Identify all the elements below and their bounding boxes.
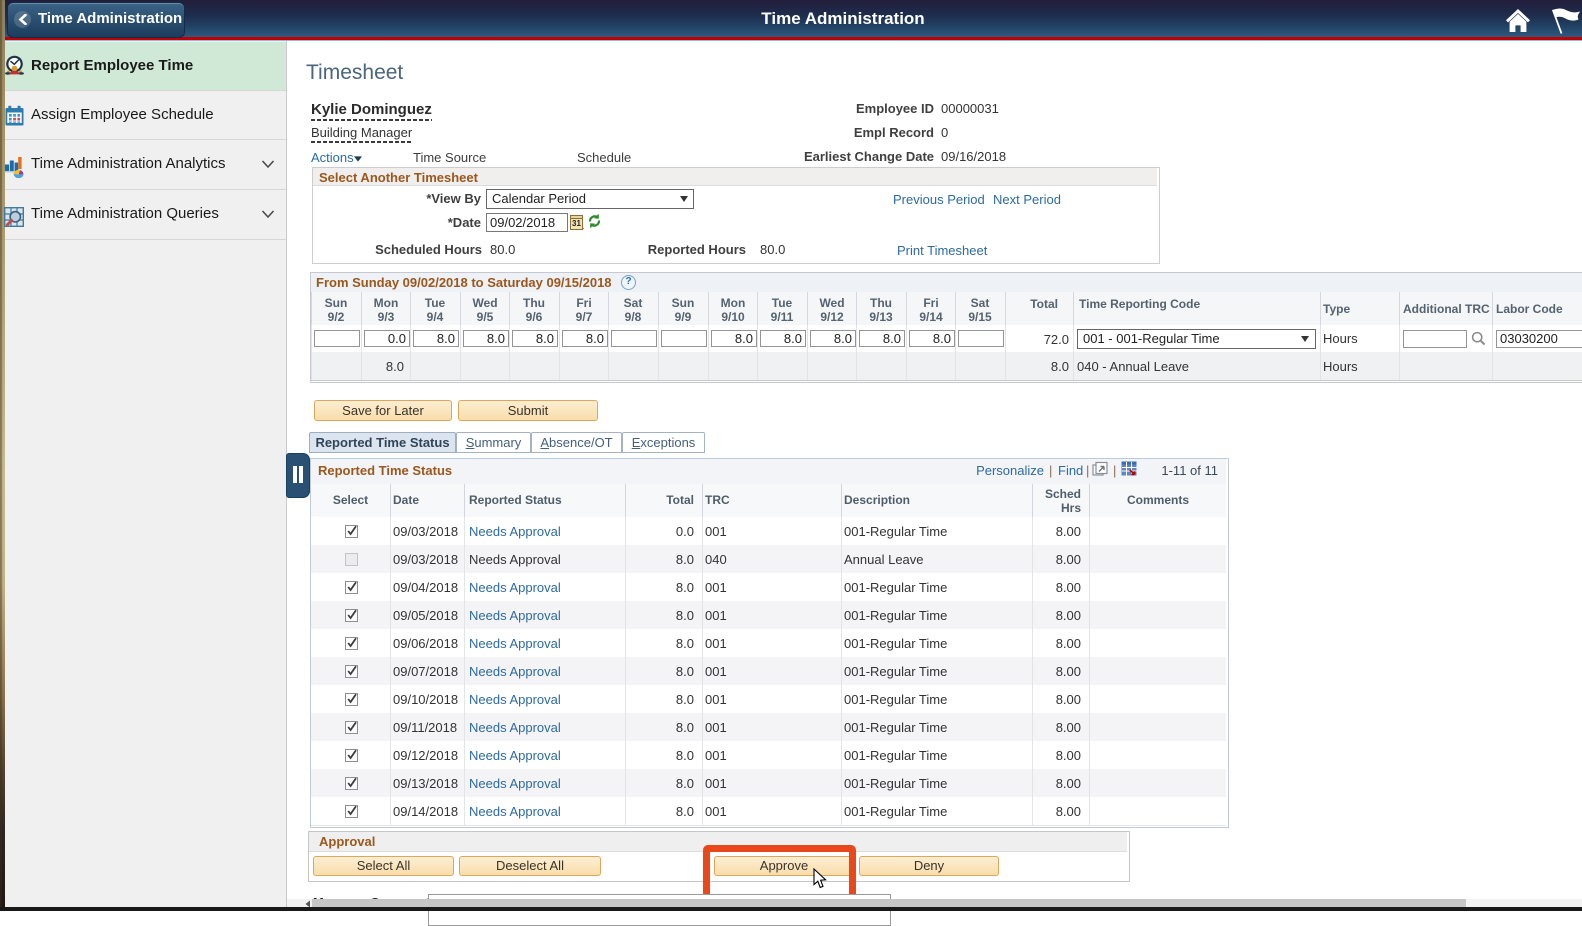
svg-text:31: 31 [572, 219, 581, 228]
